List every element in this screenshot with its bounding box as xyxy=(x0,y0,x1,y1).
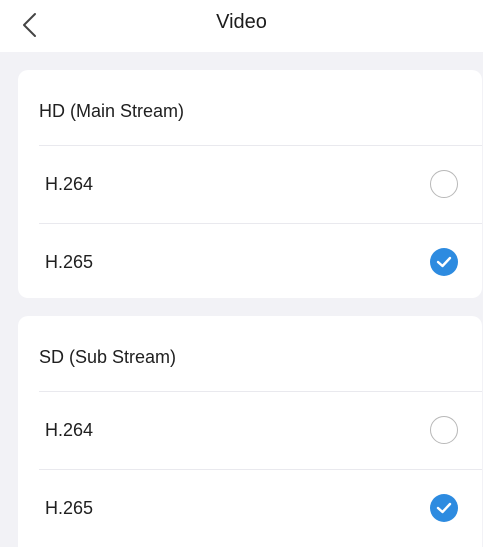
radio-unchecked-icon[interactable] xyxy=(430,416,458,444)
section-title-hd: HD (Main Stream) xyxy=(39,101,185,121)
radio-checked-icon[interactable] xyxy=(430,494,458,522)
option-label: H.265 xyxy=(45,252,94,272)
option-label: H.264 xyxy=(45,420,94,440)
option-hd-h265[interactable]: H.265 xyxy=(18,224,482,298)
option-sd-h264[interactable]: H.264 xyxy=(18,392,482,469)
page-title: Video xyxy=(216,11,267,33)
option-label: H.265 xyxy=(45,498,94,518)
radio-unchecked-icon[interactable] xyxy=(430,170,458,198)
section-title-sd: SD (Sub Stream) xyxy=(39,347,177,367)
option-sd-h265[interactable]: H.265 xyxy=(18,470,482,547)
header-bar: Video xyxy=(0,0,483,52)
option-label: H.264 xyxy=(45,174,94,194)
option-hd-h264[interactable]: H.264 xyxy=(18,146,482,223)
sd-stream-card: SD (Sub Stream) H.264 H.265 xyxy=(18,316,482,547)
radio-checked-icon[interactable] xyxy=(430,248,458,276)
hd-stream-card: HD (Main Stream) H.264 H.265 xyxy=(18,70,482,298)
